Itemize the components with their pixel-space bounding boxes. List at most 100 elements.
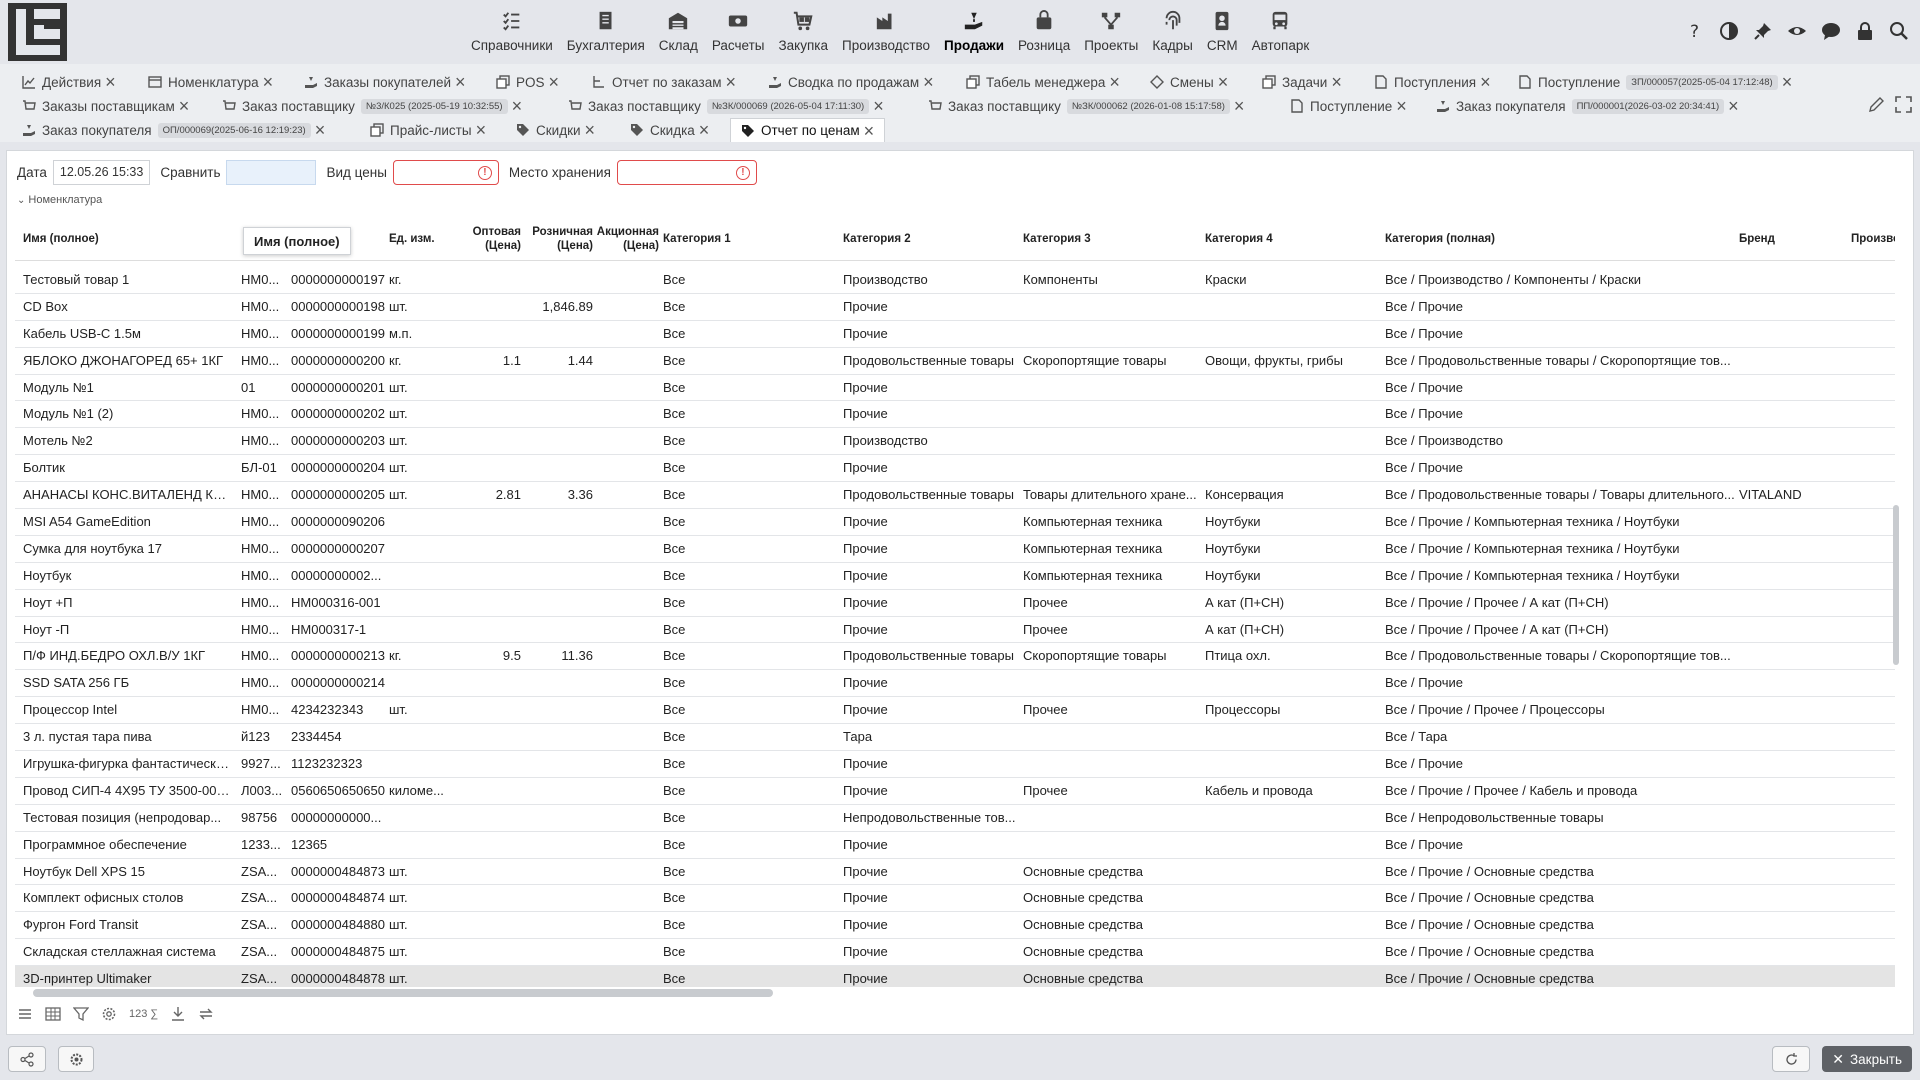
reload-button[interactable] xyxy=(1772,1046,1810,1072)
tab-manager-timesheet[interactable]: Табель менеджера × xyxy=(966,70,1120,94)
table-row[interactable]: Фургон Ford Transit ZSA... 0000000484880 шт… xyxy=(15,912,1895,940)
tab-nomenclature[interactable]: Номенклатура × xyxy=(148,70,273,94)
tab-receipt-2[interactable]: Поступление × xyxy=(1290,94,1407,118)
tab-supplier-orders[interactable]: Заказы поставщикам × xyxy=(22,94,189,118)
close-icon[interactable]: × xyxy=(1218,73,1229,91)
close-icon[interactable]: × xyxy=(476,121,487,139)
tab-supplier-order-2[interactable]: Заказ поставщику №ЗК/000069 (2026-05-04 1… xyxy=(568,94,884,118)
help-icon[interactable]: ? xyxy=(1684,20,1706,42)
tab-receipt[interactable]: Поступление ЗП/000057(2025-05-04 17:12:48… xyxy=(1518,70,1792,94)
table-row[interactable]: Ноутбук Dell XPS 15 ZSA... 0000000484873 шт… xyxy=(15,859,1895,886)
pin-icon[interactable] xyxy=(1752,20,1774,42)
column-header[interactable]: Категория (полная) xyxy=(1385,219,1735,261)
search-icon[interactable] xyxy=(1888,20,1910,42)
nav-item-2[interactable]: Склад xyxy=(652,6,705,62)
tab-supplier-order-1[interactable]: Заказ поставщику №3/К025 (2025-05-19 10:3… xyxy=(222,94,522,118)
close-icon[interactable]: × xyxy=(1480,73,1491,91)
close-icon[interactable]: × xyxy=(1331,73,1342,91)
scroll-thumb[interactable] xyxy=(33,989,773,997)
tab-supplier-order-3[interactable]: Заказ поставщику №ЗК/000062 (2026-01-08 1… xyxy=(928,94,1244,118)
scroll-thumb[interactable] xyxy=(1893,505,1899,665)
close-icon[interactable]: × xyxy=(1728,97,1739,115)
close-icon[interactable]: × xyxy=(726,73,737,91)
table-row[interactable]: Ноут -П НМ0... НМ000317-1 Все Прочие Прочее А … xyxy=(15,617,1895,644)
close-icon[interactable]: × xyxy=(1782,73,1793,91)
close-icon[interactable]: × xyxy=(864,122,875,140)
list-view-icon[interactable] xyxy=(17,1006,33,1022)
nav-item-0[interactable]: Справочники xyxy=(464,6,560,62)
close-icon[interactable]: × xyxy=(585,121,596,139)
table-row[interactable]: 3D-принтер Ultimaker ZSA... 0000000484878 ш… xyxy=(15,966,1895,987)
table-row[interactable]: Тестовая позиция (непродовар... 98756 0000… xyxy=(15,805,1895,832)
lock-icon[interactable] xyxy=(1854,20,1876,42)
app-logo[interactable] xyxy=(8,3,67,61)
tab-discount[interactable]: Скидка × xyxy=(630,118,709,142)
table-row[interactable]: Тестовый товар 1 НМ0... 0000000000197 кг. Вс… xyxy=(15,267,1895,294)
table-row[interactable]: MSI A54 GameEdition НМ0... 0000000090206 Вс… xyxy=(15,509,1895,536)
close-icon[interactable]: × xyxy=(1234,97,1245,115)
storage-field[interactable]: ! xyxy=(616,159,757,185)
compare-field[interactable] xyxy=(226,159,317,185)
price-type-field[interactable]: ! xyxy=(392,159,499,185)
share-button[interactable] xyxy=(8,1046,46,1072)
nav-item-5[interactable]: Производство xyxy=(835,6,937,62)
table-row[interactable]: Кабель USB-C 1.5м НМ0... 0000000000199 м.п.… xyxy=(15,321,1895,348)
tab-pos[interactable]: POS × xyxy=(496,70,559,94)
nav-item-11[interactable]: Автопарк xyxy=(1245,6,1317,62)
nav-item-6[interactable]: Продажи xyxy=(937,6,1011,62)
column-header[interactable]: Категория 4 xyxy=(1205,219,1381,261)
table-row[interactable]: 3 л. пустая тара пива й123 2334454 Все Тара В… xyxy=(15,724,1895,752)
vertical-scrollbar[interactable] xyxy=(1893,227,1899,987)
download-icon[interactable] xyxy=(170,1006,186,1022)
settings-button[interactable] xyxy=(58,1046,94,1072)
table-row[interactable]: Сумка для ноутбука 17 НМ0... 0000000000207… xyxy=(15,536,1895,563)
settings-icon[interactable] xyxy=(101,1006,117,1022)
table-row[interactable]: Процессор Intel НМ0... 4234232343 шт. Все Про… xyxy=(15,697,1895,725)
close-icon[interactable]: × xyxy=(1109,73,1120,91)
table-row[interactable]: Программное обеспечение 1233... 12365 Все Пр… xyxy=(15,832,1895,859)
table-row[interactable]: Модуль №1 (2) НМ0... 0000000000202 шт. Все Пр… xyxy=(15,401,1895,429)
nav-item-8[interactable]: Проекты xyxy=(1077,6,1145,62)
table-row[interactable]: Модуль №1 01 0000000000201 шт. Все Прочие Все … xyxy=(15,375,1895,402)
group-toggle[interactable]: ⌄ Номенклатура xyxy=(17,194,102,206)
table-row[interactable]: SSD SATA 256 ГБ НМ0... 0000000000214 Все Про… xyxy=(15,670,1895,698)
nav-item-7[interactable]: Розница xyxy=(1011,6,1077,62)
close-icon[interactable]: × xyxy=(315,121,326,139)
nav-item-1[interactable]: Бухгалтерия xyxy=(560,6,652,62)
table-row[interactable]: CD Box НМ0... 0000000000198 шт. 1,846.89 Все П… xyxy=(15,294,1895,321)
table-row[interactable]: Ноут +П НМ0... НМ000316-001 Все Прочие Прочее… xyxy=(15,590,1895,617)
tab-discounts[interactable]: Скидки × xyxy=(516,118,595,142)
column-header[interactable]: Категория 1 xyxy=(663,219,833,261)
refresh-icon[interactable] xyxy=(198,1006,214,1022)
table-row[interactable]: П/Ф ИНД.БЕДРО ОХЛ.В/У 1КГ НМ0... 000000000… xyxy=(15,643,1895,671)
tab-sales-summary[interactable]: Сводка по продажам × xyxy=(768,70,934,94)
table-row[interactable]: Болтик БЛ-01 0000000000204 шт. Все Прочие Все … xyxy=(15,455,1895,483)
column-header[interactable]: Производ xyxy=(1851,219,1895,261)
table-row[interactable]: Ноутбук НМ0... 00000000002... Все Прочие Комп… xyxy=(15,563,1895,590)
tab-price-report[interactable]: Отчет по ценам × xyxy=(730,118,886,142)
close-icon[interactable]: × xyxy=(873,97,884,115)
table-row[interactable]: Провод СИП-4 4Х95 ТУ 3500-005... Л003... 0… xyxy=(15,778,1895,805)
chat-icon[interactable] xyxy=(1820,20,1842,42)
date-field[interactable]: 12.05.26 15:33 xyxy=(52,159,151,185)
tab-orders-report[interactable]: Отчет по заказам × xyxy=(592,70,736,94)
close-icon[interactable]: × xyxy=(105,73,116,91)
horizontal-scrollbar[interactable] xyxy=(33,989,1893,997)
close-icon[interactable]: × xyxy=(923,73,934,91)
pencil-icon[interactable] xyxy=(1868,96,1885,116)
close-icon[interactable]: × xyxy=(455,73,466,91)
column-header[interactable]: Бренд xyxy=(1739,219,1849,261)
tab-shifts[interactable]: Смены × xyxy=(1150,70,1228,94)
close-icon[interactable]: × xyxy=(263,73,274,91)
tab-customer-order-1[interactable]: Заказ покупателя ПП/000001(2026-03-02 20:… xyxy=(1436,94,1739,118)
tab-price-lists[interactable]: Прайс-листы × xyxy=(370,118,486,142)
column-header[interactable]: Акционная (Цена) xyxy=(593,219,659,261)
table-row[interactable]: ЯБЛОКО ДЖОНАГОРЕД 65+ 1КГ НМ0... 000000000… xyxy=(15,348,1895,375)
nav-item-9[interactable]: Кадры xyxy=(1145,6,1199,62)
tab-customer-order-2[interactable]: Заказ покупателя ОП/000069(2025-06-16 12:… xyxy=(22,118,325,142)
nav-item-10[interactable]: CRM xyxy=(1200,6,1245,62)
table-row[interactable]: АНАНАСЫ КОНС.ВИТАЛЕНД КУС... НМ0... 000000… xyxy=(15,482,1895,510)
tab-customer-orders[interactable]: Заказы покупателей × xyxy=(304,70,466,94)
tab-tasks[interactable]: Задачи × xyxy=(1262,70,1342,94)
close-icon[interactable]: × xyxy=(179,97,190,115)
